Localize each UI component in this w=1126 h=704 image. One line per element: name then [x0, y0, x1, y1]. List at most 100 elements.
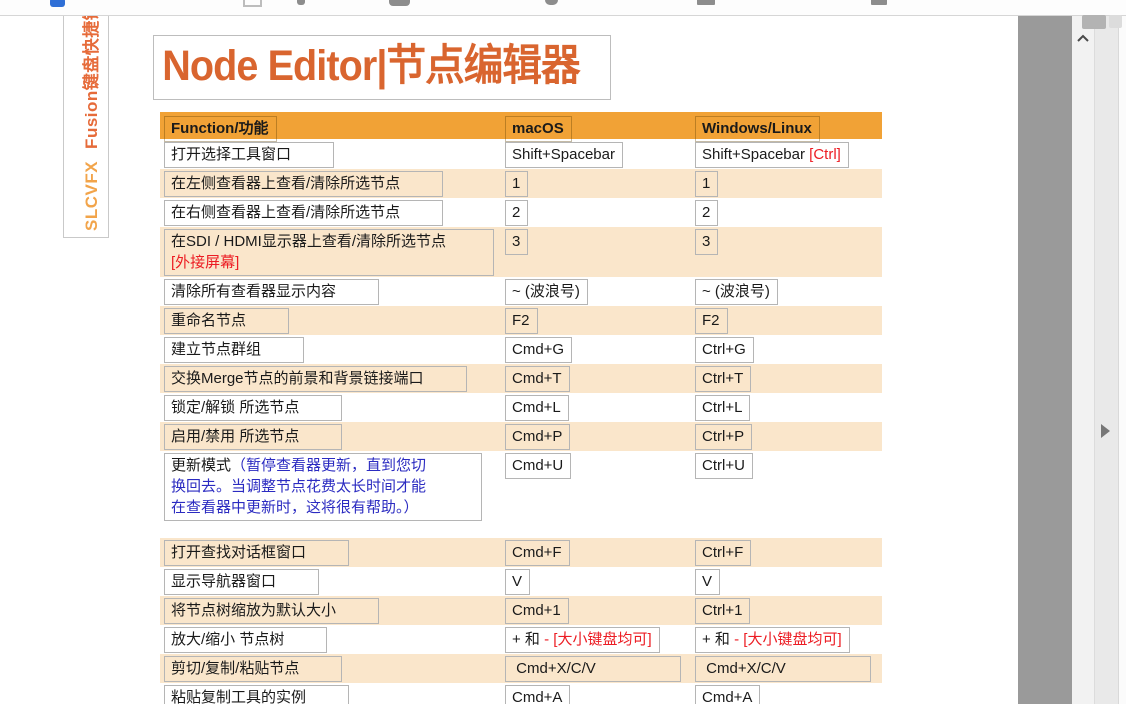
function-cell-box: 在SDI / HDMI显示器上查看/清除所选节点 [外接屏幕] [164, 229, 494, 276]
windows-shortcut-cell-box: Cmd+A [695, 685, 761, 704]
text-segment: Ctrl+1 [702, 602, 743, 619]
function-cell-box: 打开选择工具窗口 [164, 142, 335, 168]
windows-shortcut-cell-box: Ctrl+G [695, 337, 754, 363]
text-segment: Cmd+1 [512, 602, 561, 619]
table-row: 在右侧查看器上查看/清除所选节点 2 2 [160, 198, 882, 227]
macos-shortcut-cell: Cmd+A [505, 683, 695, 704]
windows-shortcut-cell: Ctrl+T [695, 364, 882, 393]
square-icon[interactable] [871, 0, 887, 5]
text-segment: 粘贴复制工具的实例 [171, 689, 307, 704]
macos-shortcut-cell-box: Cmd+G [505, 337, 573, 363]
sidebar-vertical-label: SLCVFX Fusion键盘快捷键 [77, 3, 102, 231]
function-cell: 重命名节点 [160, 306, 505, 335]
vertical-scrollbar[interactable] [1072, 15, 1095, 704]
macos-shortcut-cell-box: Cmd+1 [505, 598, 569, 624]
red-text-segment: [外接屏幕] [171, 254, 240, 271]
windows-shortcut-cell: 1 [695, 169, 882, 198]
text-segment: Shift+Spacebar [512, 146, 615, 163]
function-cell-box: 建立节点群组 [164, 337, 305, 363]
window-edge [1119, 15, 1126, 704]
dot-icon[interactable] [297, 0, 305, 5]
text-segment: 1 [702, 175, 711, 192]
side-panel-rail [1095, 15, 1119, 704]
function-cell: 显示导航器窗口 [160, 567, 505, 596]
text-segment: ~ (波浪号) [702, 283, 770, 300]
macos-shortcut-cell-box: Shift+Spacebar [505, 142, 623, 168]
function-cell: 在SDI / HDMI显示器上查看/清除所选节点 [外接屏幕] [160, 227, 505, 277]
column-header: macOS [505, 112, 695, 143]
windows-shortcut-cell: ~ (波浪号) [695, 277, 882, 306]
text-segment: 3 [702, 233, 711, 250]
scrollbar-thumb[interactable] [1082, 15, 1106, 29]
app-logo-icon[interactable] [50, 0, 65, 7]
macos-shortcut-cell: 3 [505, 227, 695, 256]
windows-shortcut-cell: Cmd+X/C/V [695, 654, 882, 683]
windows-shortcut-cell-box: Ctrl+F [695, 540, 752, 566]
text-segment: Cmd+G [512, 341, 565, 358]
circle-icon[interactable] [545, 0, 558, 5]
top-toolbar [0, 0, 1126, 16]
page-title: Node Editor|节点编辑器 [162, 42, 580, 90]
square-outline-icon[interactable] [243, 0, 262, 7]
windows-shortcut-cell-box: V [695, 569, 721, 595]
function-cell: 粘贴复制工具的实例 [160, 683, 505, 704]
text-segment: 剪切/复制/粘贴节点 [171, 660, 300, 677]
column-header: Windows/Linux [695, 112, 882, 143]
macos-shortcut-cell-box: Cmd+P [505, 424, 571, 450]
function-cell: 锁定/解锁 所选节点 [160, 393, 505, 422]
macos-shortcut-cell: Cmd+T [505, 364, 695, 393]
text-segment: 2 [702, 204, 711, 221]
table-row: 建立节点群组 Cmd+G Ctrl+G [160, 335, 882, 364]
windows-shortcut-cell: V [695, 567, 882, 596]
windows-shortcut-cell: + 和 - [大小键盘均可] [695, 625, 882, 654]
text-segment: 显示导航器窗口 [171, 573, 277, 590]
table-row: 在左侧查看器上查看/清除所选节点 1 1 [160, 169, 882, 198]
red-text-segment: - [大小键盘均可] [544, 631, 652, 648]
table-header-row: Function/功能 macOS Windows/Linux [160, 112, 882, 142]
macos-shortcut-cell: + 和 - [大小键盘均可] [505, 625, 695, 654]
text-segment: 重命名节点 [171, 312, 247, 329]
table-row: 剪切/复制/粘贴节点 Cmd+X/C/V Cmd+X/C/V [160, 654, 882, 683]
function-cell-box: 将节点树缩放为默认大小 [164, 598, 380, 624]
text-segment: 将节点树缩放为默认大小 [171, 602, 337, 619]
text-segment: 在SDI / HDMI显示器上查看/清除所选节点 [171, 233, 451, 250]
text-segment: 启用/禁用 所选节点 [171, 428, 300, 445]
text-segment: 更新模式 [171, 457, 232, 474]
scroll-up-button[interactable] [1076, 32, 1090, 46]
expand-panel-button chevron-right-icon[interactable] [1101, 424, 1110, 438]
function-cell-box: 启用/禁用 所选节点 [164, 424, 343, 450]
column-header-label: Function/功能 [164, 116, 277, 142]
macos-shortcut-cell-box: 3 [505, 229, 529, 255]
text-segment: Cmd+F [512, 544, 562, 561]
table-row: 将节点树缩放为默认大小 Cmd+1 Ctrl+1 [160, 596, 882, 625]
table-row: 在SDI / HDMI显示器上查看/清除所选节点 [外接屏幕] 3 3 [160, 227, 882, 277]
function-cell-box: 粘贴复制工具的实例 [164, 685, 350, 704]
table-row: 粘贴复制工具的实例 Cmd+A Cmd+A [160, 683, 882, 704]
text-segment: 清除所有查看器显示内容 [171, 283, 337, 300]
shortcut-table: 打开选择工具窗口 Shift+Spacebar Shift+Spacebar [Ct… [160, 140, 882, 704]
macos-shortcut-cell-box: Cmd+A [505, 685, 571, 704]
function-cell: 建立节点群组 [160, 335, 505, 364]
people-icon[interactable] [389, 0, 410, 6]
table-row: 放大/缩小 节点树 + 和 - [大小键盘均可] + 和 - [大小键盘均可] [160, 625, 882, 654]
macos-shortcut-cell: 1 [505, 169, 695, 198]
function-cell-box: 锁定/解锁 所选节点 [164, 395, 343, 421]
table-row: 打开选择工具窗口 Shift+Spacebar Shift+Spacebar [Ct… [160, 140, 882, 169]
macos-shortcut-cell-box: Cmd+T [505, 366, 570, 392]
macos-shortcut-cell-box: ~ (波浪号) [505, 279, 588, 305]
function-cell-box: 打开查找对话框窗口 [164, 540, 350, 566]
text-segment: V [702, 573, 713, 590]
function-cell: 打开选择工具窗口 [160, 140, 505, 169]
text-segment: Cmd+X/C/V [512, 660, 596, 677]
macos-shortcut-cell: Shift+Spacebar [505, 140, 695, 169]
text-segment: ~ (波浪号) [512, 283, 580, 300]
document-viewer-window: SLCVFX Fusion键盘快捷键 Node Editor|节点编辑器 Func… [0, 0, 1126, 704]
windows-shortcut-cell-box: Ctrl+P [695, 424, 753, 450]
toolbar-button-partial[interactable] [1109, 15, 1122, 28]
windows-shortcut-cell-box: Shift+Spacebar [Ctrl] [695, 142, 849, 168]
table-row: 交换Merge节点的前景和背景链接端口 Cmd+T Ctrl+T [160, 364, 882, 393]
macos-shortcut-cell-box: 2 [505, 200, 529, 226]
printer-icon[interactable] [697, 0, 715, 5]
macos-shortcut-cell-box: Cmd+X/C/V [505, 656, 681, 682]
windows-shortcut-cell: Ctrl+1 [695, 596, 882, 625]
